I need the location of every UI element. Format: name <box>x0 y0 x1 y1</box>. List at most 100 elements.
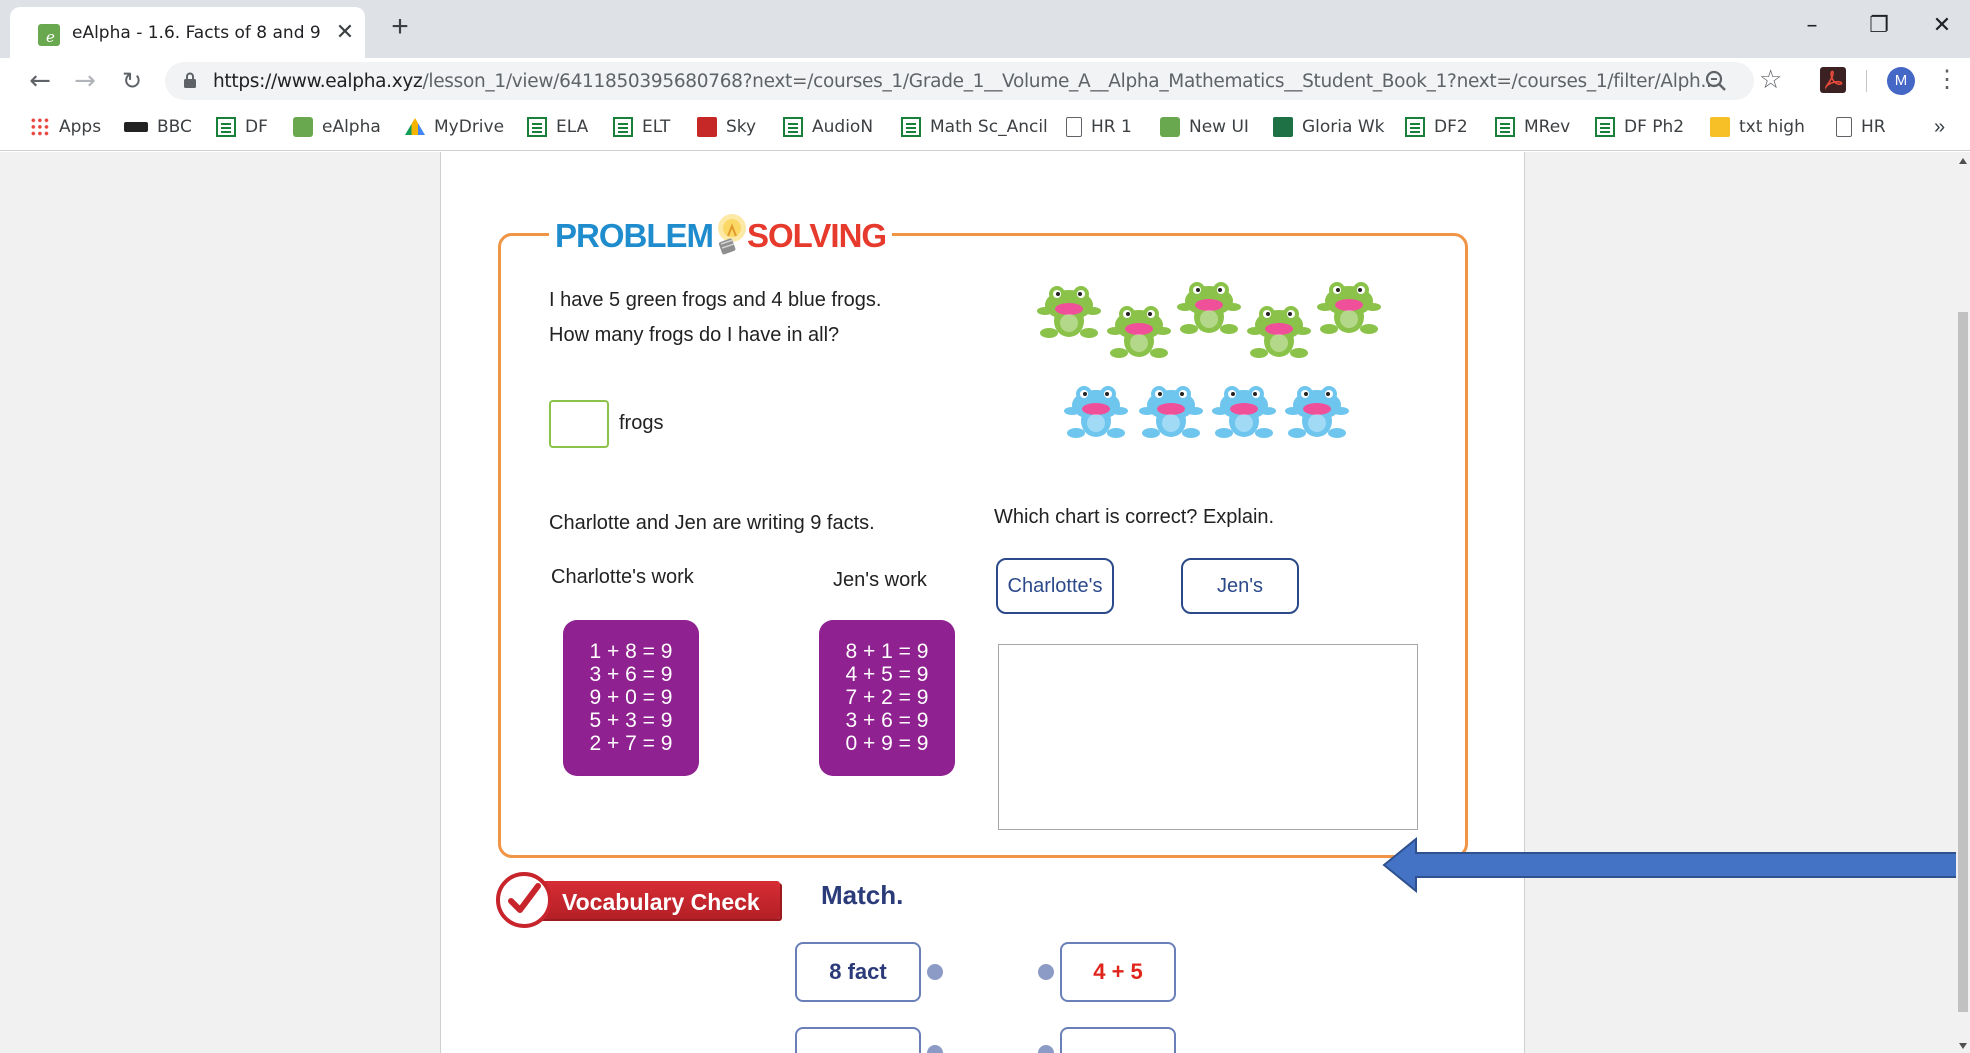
bookmark-new-ui[interactable]: New UI <box>1160 115 1249 139</box>
browser-tab[interactable]: e eAlpha - 1.6. Facts of 8 and 9 ✕ <box>10 7 365 58</box>
fact-line: 2 + 7 = 9 <box>589 732 673 755</box>
match-left-next[interactable] <box>795 1027 921 1053</box>
document-icon <box>1836 117 1852 137</box>
problem-solving-heading: PROBLEM SOLVING <box>549 212 893 260</box>
bookmark-mydrive[interactable]: MyDrive <box>405 115 504 139</box>
match-dot-right[interactable] <box>1038 1045 1054 1053</box>
bookmark-audion[interactable]: AudioN <box>783 115 873 139</box>
bookmark-label: eAlpha <box>322 117 381 137</box>
bookmark-label: ELT <box>642 117 671 137</box>
tab-close-icon[interactable]: ✕ <box>332 19 358 45</box>
green-frog <box>1317 282 1381 334</box>
restore-icon[interactable]: ❐ <box>1857 6 1901 46</box>
fact-line: 4 + 5 = 9 <box>845 663 929 686</box>
bookmark-df2[interactable]: DF2 <box>1405 115 1468 139</box>
bookmark-apps[interactable]: Apps <box>30 115 101 139</box>
bbc-icon <box>124 122 148 132</box>
match-right-4-plus-5[interactable]: 4 + 5 <box>1060 942 1176 1002</box>
bookmark-hr-1[interactable]: HR 1 <box>1066 115 1132 139</box>
scroll-up-icon[interactable] <box>1959 158 1967 164</box>
fact-line: 7 + 2 = 9 <box>845 686 929 709</box>
problem-solving-panel: PROBLEM SOLVING I have 5 green frogs and… <box>498 212 1468 858</box>
reload-icon[interactable]: ↻ <box>114 63 150 99</box>
bookmark-label: DF Ph2 <box>1624 117 1685 137</box>
bookmark-math-sc-ancil[interactable]: Math Sc_Ancil <box>901 115 1048 139</box>
bookmark-txt-high[interactable]: txt high <box>1710 115 1805 139</box>
new-tab-icon[interactable]: + <box>384 12 416 44</box>
match-dot-left[interactable] <box>927 964 943 980</box>
tab-title: eAlpha - 1.6. Facts of 8 and 9 <box>72 23 321 43</box>
blue-frog <box>1064 386 1128 438</box>
fact-line: 3 + 6 = 9 <box>589 663 673 686</box>
forward-arrow-icon[interactable]: → <box>67 63 103 99</box>
bookmark-sky[interactable]: Sky <box>697 115 756 139</box>
keep-note-icon <box>1710 117 1730 137</box>
fact-line: 0 + 9 = 9 <box>845 732 929 755</box>
svg-text:e: e <box>46 28 55 46</box>
window-close-icon[interactable]: ✕ <box>1920 6 1964 46</box>
charlotte-choice-button[interactable]: Charlotte's <box>996 558 1114 614</box>
match-dot-right[interactable] <box>1038 964 1054 980</box>
bookmark-label: MRev <box>1524 117 1571 137</box>
match-right-next[interactable] <box>1060 1027 1176 1053</box>
vertical-scrollbar[interactable] <box>1956 152 1970 1053</box>
browser-menu-icon[interactable]: ⋮ <box>1935 64 1959 96</box>
more-bookmarks-icon[interactable]: » <box>1934 116 1945 139</box>
bookmark-elt[interactable]: ELT <box>613 115 670 139</box>
question-line-1: I have 5 green frogs and 4 blue frogs. <box>549 289 882 311</box>
pdf-extension-icon[interactable] <box>1820 67 1846 93</box>
bookmark-label: HR 1 <box>1091 117 1132 137</box>
url-path: /lesson_1/view/6411850395680768?next=/co… <box>422 71 1718 92</box>
question-line-2: How many frogs do I have in all? <box>549 324 840 346</box>
chart-question: Which chart is correct? Explain. <box>994 506 1275 528</box>
bookmark-star-icon[interactable]: ☆ <box>1759 64 1782 95</box>
bookmark-label: BBC <box>157 117 192 137</box>
fact-line: 5 + 3 = 9 <box>589 709 673 732</box>
bookmark-label: AudioN <box>812 117 874 137</box>
lightbulb-icon <box>718 214 746 255</box>
sky-icon <box>697 117 717 137</box>
bookmark-bbc[interactable]: BBC <box>124 115 192 139</box>
match-dot-left[interactable] <box>927 1045 943 1053</box>
bookmark-gloria-wk[interactable]: Gloria Wk <box>1273 115 1385 139</box>
bookmark-df[interactable]: DF <box>216 115 268 139</box>
charlotte-facts-card: 1 + 8 = 9 3 + 6 = 9 9 + 0 = 9 5 + 3 = 9 … <box>563 620 699 776</box>
explanation-textarea[interactable] <box>998 644 1418 830</box>
jen-choice-button[interactable]: Jen's <box>1181 558 1299 614</box>
bookmark-ealpha[interactable]: eAlpha <box>293 115 381 139</box>
profile-avatar[interactable]: M <box>1887 67 1915 95</box>
bookmark-label: ELA <box>556 117 589 137</box>
frog-count-input[interactable] <box>549 400 609 448</box>
bookmark-mrev[interactable]: MRev <box>1495 115 1570 139</box>
sheets-icon <box>901 117 921 137</box>
bookmark-ela[interactable]: ELA <box>527 115 588 139</box>
bookmark-hr[interactable]: HR <box>1836 115 1886 139</box>
book-page: PROBLEM SOLVING I have 5 green frogs and… <box>440 152 1525 1053</box>
ealpha-favicon-icon: e <box>38 24 60 46</box>
url-text: https://www.ealpha.xyz/lesson_1/view/641… <box>213 71 1718 92</box>
answer-unit-label: frogs <box>619 412 664 434</box>
match-left-8-fact[interactable]: 8 fact <box>795 942 921 1002</box>
green-frog <box>1107 306 1171 358</box>
minimize-icon[interactable]: – <box>1790 6 1834 46</box>
bookmark-df-ph2[interactable]: DF Ph2 <box>1595 115 1684 139</box>
sheets-icon <box>1405 117 1425 137</box>
back-arrow-icon[interactable]: ← <box>22 63 58 99</box>
fact-line: 1 + 8 = 9 <box>589 640 673 663</box>
bookmark-label: DF2 <box>1434 117 1468 137</box>
scrollbar-thumb[interactable] <box>1958 312 1968 1012</box>
vocabulary-check-badge: Vocabulary Check <box>496 872 786 932</box>
fact-line: 9 + 0 = 9 <box>589 686 673 709</box>
zoom-icon[interactable] <box>1703 68 1729 94</box>
scroll-down-icon[interactable] <box>1959 1043 1967 1049</box>
blue-frog <box>1285 386 1349 438</box>
page-viewport: PROBLEM SOLVING I have 5 green frogs and… <box>0 152 1970 1053</box>
lock-icon <box>184 72 196 88</box>
address-bar[interactable]: https://www.ealpha.xyz/lesson_1/view/641… <box>165 62 1782 100</box>
ealpha-icon <box>293 117 313 137</box>
apps-grid-icon <box>30 117 50 137</box>
document-icon <box>1066 117 1082 137</box>
excel-icon <box>1273 117 1293 137</box>
green-frog <box>1037 286 1101 338</box>
jen-work-label: Jen's work <box>833 569 927 591</box>
